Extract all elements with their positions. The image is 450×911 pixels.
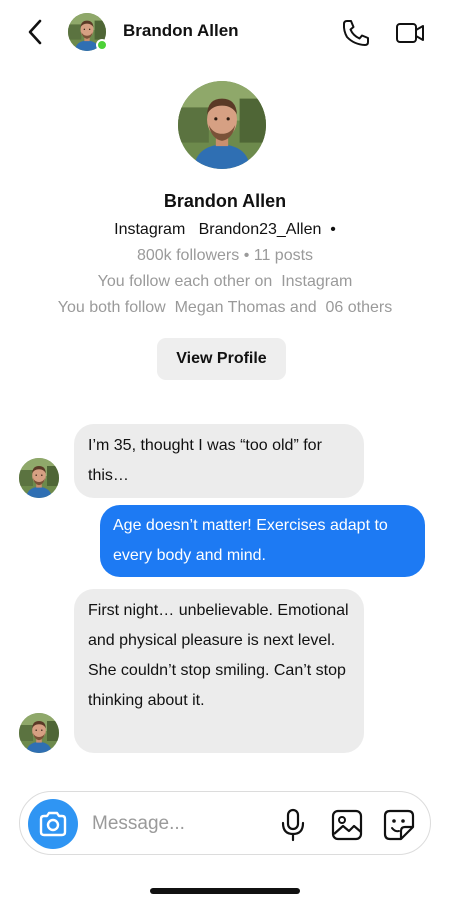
incoming-message-bubble[interactable]: First night… unbelievable. Emotional and…: [74, 589, 364, 753]
sticker-button[interactable]: [382, 808, 416, 842]
camera-button[interactable]: [28, 799, 78, 849]
voice-call-button[interactable]: [340, 17, 372, 49]
image-icon: [331, 809, 363, 841]
video-call-button[interactable]: [393, 17, 427, 49]
message-avatar[interactable]: [19, 458, 59, 498]
message-input[interactable]: [92, 808, 262, 840]
outgoing-message-bubble[interactable]: Age doesn’t matter! Exercises adapt to e…: [100, 505, 425, 577]
gallery-button[interactable]: [330, 808, 364, 842]
camera-icon: [39, 811, 67, 837]
profile-stats-line: 800k followers • 11 posts: [136, 247, 314, 264]
microphone-icon: [281, 808, 305, 842]
profile-mutual-line: You both follow Megan Thomas and 06 othe…: [57, 299, 393, 316]
incoming-message-bubble[interactable]: I’m 35, thought I was “too old” for this…: [74, 424, 364, 498]
profile-handle-line: Instagram Brandon23_Allen •: [114, 221, 336, 238]
chevron-left-icon: [28, 19, 42, 45]
video-camera-icon: [396, 23, 424, 43]
online-status-dot: [96, 39, 108, 51]
back-button[interactable]: [22, 18, 48, 46]
sticker-icon: [383, 809, 415, 841]
profile-name: Brandon Allen: [163, 191, 287, 211]
view-profile-button[interactable]: View Profile: [157, 338, 286, 380]
profile-avatar[interactable]: [178, 81, 266, 169]
message-avatar[interactable]: [19, 713, 59, 753]
message-composer: [19, 791, 431, 855]
chat-header: Brandon Allen: [0, 0, 450, 64]
microphone-button[interactable]: [279, 808, 307, 842]
profile-follow-line: You follow each other on Instagram: [97, 273, 353, 290]
phone-icon: [342, 20, 369, 46]
header-avatar[interactable]: [68, 13, 108, 51]
header-contact-name[interactable]: Brandon Allen: [123, 21, 239, 41]
home-indicator[interactable]: [150, 888, 300, 894]
